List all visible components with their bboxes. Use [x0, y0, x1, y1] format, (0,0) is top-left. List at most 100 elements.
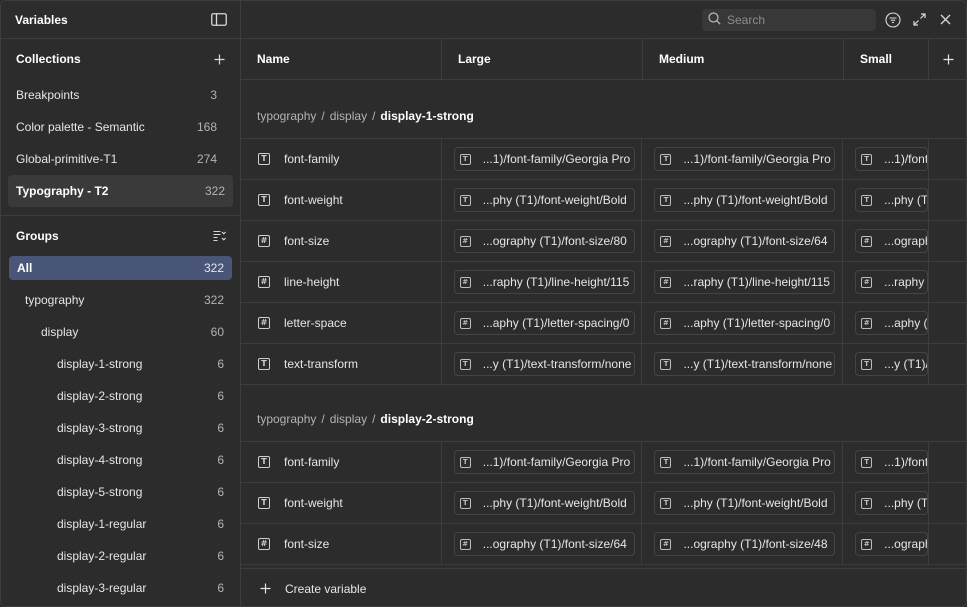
alias-pill[interactable]: T ...1)/font-family/Georgia Pro	[855, 450, 929, 474]
alias-pill[interactable]: T ...phy (T1)/font-weight/Bold	[855, 491, 929, 515]
alias-pill[interactable]: T ...phy (T1)/font-weight/Bold	[453, 491, 635, 515]
variable-name-cell[interactable]: Ttext-transform	[241, 344, 442, 384]
table-row[interactable]: Tfont-family T ...1)/font-family/Georgia P…	[241, 139, 966, 180]
alias-pill[interactable]: # ...raphy (T1)/line-height/115	[855, 270, 929, 294]
alias-pill[interactable]: T ...phy (T1)/font-weight/Bold	[654, 491, 836, 515]
alias-pill[interactable]: # ...aphy (T1)/letter-spacing/0	[654, 311, 836, 335]
variable-name-cell[interactable]: # font-size	[241, 524, 442, 564]
group-item-display-1-regular[interactable]: display-1-regular 6	[1, 508, 240, 540]
table-row[interactable]: # font-size # ...ography (T1)/font-size/80 #…	[241, 221, 966, 262]
value-cell-small[interactable]: # ...raphy (T1)/line-height/115	[843, 262, 930, 302]
alias-pill[interactable]: # ...aphy (T1)/letter-spacing/0	[453, 311, 635, 335]
alias-pill[interactable]: # ...ography (T1)/font-size/40	[855, 532, 929, 556]
expand-icon[interactable]	[906, 7, 932, 33]
add-collection-icon[interactable]	[210, 50, 228, 68]
table-row[interactable]: # line-height # ...raphy (T1)/line-height/1…	[241, 262, 966, 303]
value-cell-medium[interactable]: # ...ography (T1)/font-size/64	[642, 221, 844, 261]
value-cell-medium[interactable]: T ...1)/font-family/Georgia Pro	[642, 139, 844, 179]
add-mode-icon[interactable]	[929, 39, 966, 79]
value-cell-large[interactable]: T ...phy (T1)/font-weight/Bold	[442, 483, 643, 523]
variable-name-cell[interactable]: # font-size	[241, 221, 442, 261]
value-cell-small[interactable]: T ...y (T1)/text-transform/none	[843, 344, 930, 384]
variable-name-cell[interactable]: # line-height	[241, 262, 442, 302]
value-cell-small[interactable]: # ...ography (T1)/font-size/48	[843, 221, 930, 261]
collection-item-breakpoints[interactable]: Breakpoints 3	[1, 79, 232, 111]
value-cell-large[interactable]: T ...1)/font-family/Georgia Pro	[442, 139, 643, 179]
group-item-display-2-regular[interactable]: display-2-regular 6	[1, 540, 240, 572]
alias-pill[interactable]: # ...ography (T1)/font-size/64	[654, 229, 836, 253]
value-cell-medium[interactable]: T ...phy (T1)/font-weight/Bold	[642, 180, 844, 220]
alias-pill[interactable]: T ...phy (T1)/font-weight/Bold	[855, 188, 929, 212]
alias-pill[interactable]: # ...raphy (T1)/line-height/115	[453, 270, 635, 294]
collection-item-color-palette[interactable]: Color palette - Semantic 168	[1, 111, 232, 143]
group-item-display-4-strong[interactable]: display-4-strong 6	[1, 444, 240, 476]
variable-name-cell[interactable]: Tfont-family	[241, 139, 442, 179]
alias-pill[interactable]: T ...1)/font-family/Georgia Pro	[654, 450, 836, 474]
value-cell-large[interactable]: T ...1)/font-family/Georgia Pro	[442, 442, 643, 482]
alias-pill[interactable]: T ...y (T1)/text-transform/none	[654, 352, 836, 376]
table-row[interactable]: Tfont-weight T ...phy (T1)/font-weight/Bol…	[241, 483, 966, 524]
value-cell-small[interactable]: T ...1)/font-family/Georgia Pro	[843, 442, 930, 482]
value-cell-small[interactable]: # ...ography (T1)/font-size/40	[843, 524, 930, 564]
alias-pill[interactable]: T ...phy (T1)/font-weight/Bold	[453, 188, 635, 212]
alias-pill[interactable]: # ...aphy (T1)/letter-spacing/0	[855, 311, 929, 335]
value-cell-medium[interactable]: # ...raphy (T1)/line-height/115	[642, 262, 844, 302]
table-row[interactable]: # letter-space # ...aphy (T1)/letter-spacin…	[241, 303, 966, 344]
alias-pill[interactable]: T ...y (T1)/text-transform/none	[855, 352, 929, 376]
column-header-medium[interactable]: Medium	[643, 39, 844, 79]
search-box[interactable]	[702, 8, 876, 31]
value-cell-small[interactable]: T ...1)/font-family/Georgia Pro	[843, 139, 930, 179]
group-item-display-3-regular[interactable]: display-3-regular 6	[1, 572, 240, 604]
group-item-all[interactable]: All 322	[9, 256, 232, 280]
group-item-typography[interactable]: typography 322	[1, 284, 240, 316]
value-cell-large[interactable]: # ...ography (T1)/font-size/80	[442, 221, 643, 261]
collection-item-global-primitive[interactable]: Global-primitive-T1 274	[1, 143, 232, 175]
group-item-display[interactable]: display 60	[1, 316, 240, 348]
table-row[interactable]: # font-size # ...ography (T1)/font-size/64 #…	[241, 524, 966, 565]
column-header-name[interactable]: Name	[241, 39, 442, 79]
alias-pill[interactable]: # ...ography (T1)/font-size/48	[855, 229, 929, 253]
variable-name-cell[interactable]: # letter-space	[241, 303, 442, 343]
table-row[interactable]: Tfont-weight T ...phy (T1)/font-weight/Bol…	[241, 180, 966, 221]
table-row[interactable]: Tfont-family T ...1)/font-family/Georgia P…	[241, 442, 966, 483]
column-header-small[interactable]: Small	[844, 39, 929, 79]
alias-pill[interactable]: T ...phy (T1)/font-weight/Bold	[654, 188, 836, 212]
value-cell-medium[interactable]: # ...aphy (T1)/letter-spacing/0	[642, 303, 844, 343]
group-item-display-2-strong[interactable]: display-2-strong 6	[1, 380, 240, 412]
variable-name-cell[interactable]: Tfont-family	[241, 442, 442, 482]
value-cell-medium[interactable]: T ...phy (T1)/font-weight/Bold	[642, 483, 844, 523]
value-cell-medium[interactable]: # ...ography (T1)/font-size/48	[642, 524, 844, 564]
toggle-sidebar-icon[interactable]	[210, 11, 228, 29]
close-icon[interactable]	[932, 7, 958, 33]
create-variable-button[interactable]: Create variable	[285, 582, 366, 596]
value-cell-small[interactable]: # ...aphy (T1)/letter-spacing/0	[843, 303, 930, 343]
value-cell-medium[interactable]: T ...y (T1)/text-transform/none	[642, 344, 844, 384]
alias-pill[interactable]: T ...1)/font-family/Georgia Pro	[453, 450, 635, 474]
alias-pill[interactable]: # ...raphy (T1)/line-height/115	[654, 270, 836, 294]
alias-pill[interactable]: # ...ography (T1)/font-size/80	[453, 229, 635, 253]
group-item-display-5-strong[interactable]: display-5-strong 6	[1, 476, 240, 508]
value-cell-small[interactable]: T ...phy (T1)/font-weight/Bold	[843, 483, 930, 523]
group-item-display-1-strong[interactable]: display-1-strong 6	[1, 348, 240, 380]
value-cell-large[interactable]: # ...aphy (T1)/letter-spacing/0	[442, 303, 643, 343]
collapse-groups-icon[interactable]	[210, 227, 228, 245]
value-cell-large[interactable]: T ...y (T1)/text-transform/none	[442, 344, 643, 384]
column-header-large[interactable]: Large	[442, 39, 643, 79]
value-cell-large[interactable]: T ...phy (T1)/font-weight/Bold	[442, 180, 643, 220]
collection-item-typography[interactable]: Typography - T2 322	[8, 175, 233, 207]
value-cell-medium[interactable]: T ...1)/font-family/Georgia Pro	[642, 442, 844, 482]
variable-name-cell[interactable]: Tfont-weight	[241, 180, 442, 220]
alias-pill[interactable]: T ...1)/font-family/Georgia Pro	[654, 147, 836, 171]
create-variable-bar[interactable]: Create variable	[241, 568, 966, 606]
group-item-display-3-strong[interactable]: display-3-strong 6	[1, 412, 240, 444]
search-input[interactable]	[727, 12, 867, 27]
alias-pill[interactable]: T ...y (T1)/text-transform/none	[453, 352, 635, 376]
filter-icon[interactable]	[880, 7, 906, 33]
alias-pill[interactable]: # ...ography (T1)/font-size/64	[453, 532, 635, 556]
value-cell-small[interactable]: T ...phy (T1)/font-weight/Bold	[843, 180, 930, 220]
table-row[interactable]: Ttext-transform T ...y (T1)/text-transform…	[241, 344, 966, 385]
variable-name-cell[interactable]: Tfont-weight	[241, 483, 442, 523]
alias-pill[interactable]: T ...1)/font-family/Georgia Pro	[453, 147, 635, 171]
alias-pill[interactable]: T ...1)/font-family/Georgia Pro	[855, 147, 929, 171]
value-cell-large[interactable]: # ...ography (T1)/font-size/64	[442, 524, 643, 564]
